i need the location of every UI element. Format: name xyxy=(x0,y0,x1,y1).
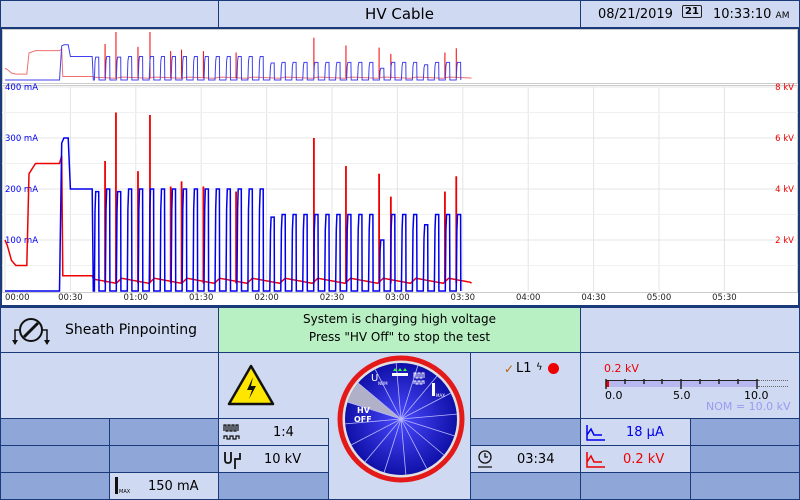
imax-icon[interactable] xyxy=(432,383,435,396)
voltage-step-icon xyxy=(224,452,241,469)
y-left-tick-label: 200 mA xyxy=(5,185,38,195)
gauge-overrange xyxy=(758,380,788,387)
x-tick-label: 05:30 xyxy=(712,293,737,303)
status-led-icon xyxy=(548,363,559,374)
phase-indicator-cell: ✓ L1 ϟ xyxy=(470,352,581,419)
voltage-gauge: 0.2 kV 0.0 5.0 10.0 NOM = 10.0 kV xyxy=(580,352,800,419)
gauge-nominal: NOM = 10.0 kV xyxy=(706,400,791,413)
gauge-tick-label: 0.0 xyxy=(605,389,623,402)
blank-key xyxy=(470,418,581,446)
datetime-cell: 08/21/2019 21 10:33:10 AM xyxy=(580,0,800,28)
status-line-2: Press "HV Off" to stop the test xyxy=(308,330,491,344)
gauge-value: 0.2 kV xyxy=(604,362,639,375)
y-right-tick-label: 8 kV xyxy=(775,83,794,93)
voltage-readout: 0.2 kV xyxy=(580,445,691,473)
mode-cell[interactable]: Sheath Pinpointing xyxy=(0,307,219,353)
pulse-ratio-value: 1:4 xyxy=(273,425,294,440)
x-tick-label: 04:00 xyxy=(516,293,541,303)
current-readout: 18 µA xyxy=(580,418,691,446)
time-text: 10:33:10 AM xyxy=(713,7,789,22)
gauge-ticks xyxy=(605,379,758,389)
blank-key xyxy=(0,472,110,500)
control-dial[interactable]: HV OFF U NOM MAX xyxy=(337,355,465,483)
status-message: System is charging high voltage Press "H… xyxy=(218,307,581,353)
x-tick-label: 01:30 xyxy=(189,293,214,303)
status-line-1: System is charging high voltage xyxy=(302,312,497,326)
blank-key xyxy=(0,418,110,446)
imax-sub: MAX xyxy=(436,393,445,398)
blank-key xyxy=(690,418,800,446)
hv-off-label-2[interactable]: OFF xyxy=(354,415,372,424)
x-tick-label: 01:00 xyxy=(124,293,149,303)
check-icon: ✓ xyxy=(504,362,515,376)
blank-cell xyxy=(580,307,800,353)
blank-cell xyxy=(0,352,219,419)
blank-key xyxy=(580,472,691,500)
overview-frame xyxy=(2,29,798,84)
pulse-icon xyxy=(223,424,240,440)
voltage-setting-button[interactable]: 10 kV xyxy=(218,445,329,473)
imax-sub-label: MAX xyxy=(119,489,131,495)
hv-off-label[interactable]: HV xyxy=(357,406,371,415)
elapsed-time-readout: 03:34 xyxy=(470,445,581,473)
timer-icon xyxy=(478,450,492,468)
header-blank-cell xyxy=(0,0,219,28)
title-text: HV Cable xyxy=(365,5,434,23)
x-tick-label: 04:30 xyxy=(581,293,606,303)
date-text: 08/21/2019 xyxy=(598,7,673,22)
imax-icon xyxy=(115,477,118,494)
unom-sub: NOM xyxy=(378,381,388,386)
imax-value: 150 mA xyxy=(148,479,199,494)
page-title: HV Cable xyxy=(218,0,581,28)
blank-key xyxy=(470,472,581,500)
gauge-tick-label: 5.0 xyxy=(673,389,691,402)
calendar-icon: 21 xyxy=(682,5,702,18)
bolt-icon: ϟ xyxy=(536,362,543,373)
current-trend-icon xyxy=(586,425,605,441)
high-voltage-warning-icon xyxy=(227,364,275,406)
y-right-tick-label: 6 kV xyxy=(775,134,794,144)
blank-key xyxy=(690,445,800,473)
measurement-chart[interactable]: 00:00 00:30 01:00 01:30 02:00 02:30 03:00 03:30… xyxy=(2,29,798,305)
y-right-tick-label: 4 kV xyxy=(775,185,794,195)
ampm: AM xyxy=(775,11,790,21)
sheath-pinpointing-icon xyxy=(12,318,50,345)
y-right-tick-label: 2 kV xyxy=(775,236,794,246)
x-tick-label: 00:00 xyxy=(5,293,30,303)
current-value: 18 µA xyxy=(626,425,664,440)
voltage-trend-icon xyxy=(586,452,605,468)
blank-key xyxy=(109,445,219,473)
y-left-tick-label: 400 mA xyxy=(5,83,38,93)
y-left-tick-label: 100 mA xyxy=(5,236,38,246)
x-tick-label: 02:00 xyxy=(254,293,279,303)
phase-label: L1 xyxy=(516,361,532,376)
voltage-value: 0.2 kV xyxy=(623,452,665,467)
blank-key xyxy=(690,472,800,500)
elapsed-time-value: 03:34 xyxy=(517,452,555,467)
x-tick-label: 00:30 xyxy=(58,293,83,303)
x-tick-label: 02:30 xyxy=(320,293,345,303)
chart-svg: 00:00 00:30 01:00 01:30 02:00 02:30 03:00 03:30… xyxy=(2,29,798,303)
blank-key xyxy=(0,445,110,473)
y-left-tick-label: 300 mA xyxy=(5,134,38,144)
pulse-ratio-button[interactable]: 1:4 xyxy=(218,418,329,446)
x-tick-label: 05:00 xyxy=(647,293,672,303)
x-tick-label: 03:00 xyxy=(385,293,410,303)
voltage-setting-value: 10 kV xyxy=(264,452,302,467)
time-value: 10:33:10 xyxy=(713,7,772,22)
blank-key xyxy=(109,418,219,446)
blank-key xyxy=(218,472,329,500)
x-tick-label: 03:30 xyxy=(451,293,476,303)
mode-label: Sheath Pinpointing xyxy=(65,322,198,338)
imax-button[interactable]: MAX 150 mA xyxy=(109,472,219,500)
